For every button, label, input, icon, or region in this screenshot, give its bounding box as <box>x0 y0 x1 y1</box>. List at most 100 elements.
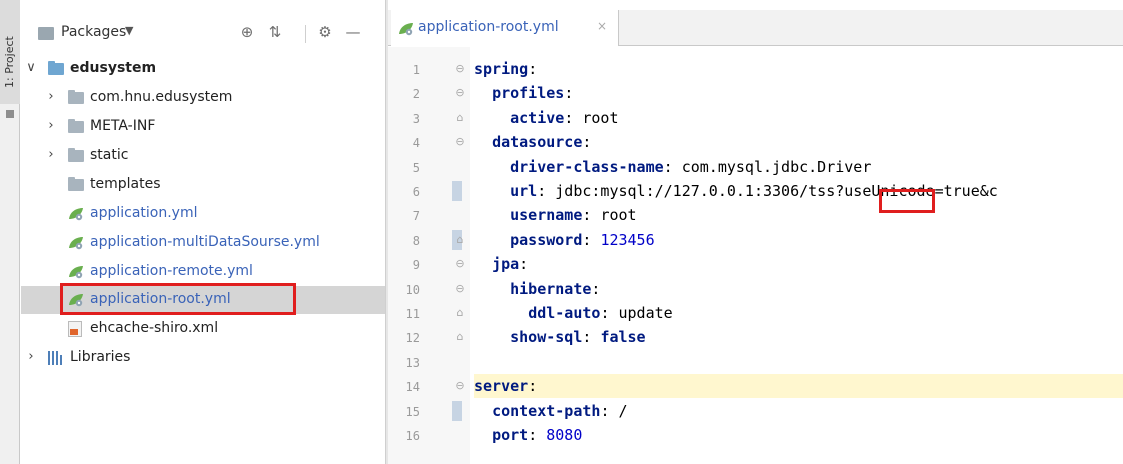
yaml-value: root <box>582 108 619 127</box>
tab-application-root-yml[interactable]: application-root.yml × <box>391 10 619 46</box>
tree-item[interactable]: application-multiDataSourse.yml <box>21 229 385 257</box>
tree-item[interactable]: application.yml <box>21 200 385 228</box>
tree-item-label: application-remote.yml <box>90 263 253 279</box>
structure-marker-icon[interactable] <box>6 110 14 118</box>
packages-view-icon <box>38 27 54 40</box>
code-line[interactable]: password: 123456 <box>474 228 1123 252</box>
tree-item[interactable]: ehcache-shiro.xml <box>21 315 385 343</box>
code-line[interactable]: server: <box>474 374 1123 399</box>
chevron-right-icon[interactable]: › <box>45 89 57 104</box>
yaml-separator: : <box>582 206 601 225</box>
yaml-value: update <box>618 304 673 322</box>
fold-icon[interactable]: ⊖ <box>454 380 466 392</box>
view-dropdown-arrow-icon[interactable]: ▼ <box>125 24 133 37</box>
target-icon[interactable]: ⊕ <box>237 22 257 42</box>
yaml-key: datasource <box>492 133 583 152</box>
fold-icon[interactable]: ⊖ <box>454 63 466 75</box>
fold-icon[interactable]: ⊖ <box>454 136 466 148</box>
header-separator <box>305 25 306 43</box>
code-line[interactable]: context-path: / <box>474 399 1123 423</box>
line-number: 12 <box>405 331 420 346</box>
code-line[interactable]: profiles: <box>474 81 1123 105</box>
yaml-separator: : <box>600 304 619 322</box>
yaml-key: driver-class-name <box>510 157 664 176</box>
yaml-value: root <box>600 206 637 225</box>
fold-icon[interactable]: ⊖ <box>454 87 466 99</box>
fold-end-icon[interactable]: ⌂ <box>454 307 466 319</box>
yaml-separator: : <box>528 377 538 396</box>
fold-end-icon[interactable]: ⌂ <box>454 233 466 246</box>
code-line[interactable]: spring: <box>474 57 1123 81</box>
yaml-key: port <box>492 426 529 444</box>
chevron-right-icon[interactable]: › <box>45 118 57 133</box>
yaml-separator: : <box>582 133 592 152</box>
tree-item[interactable]: › static <box>21 142 385 170</box>
change-marker[interactable] <box>452 181 462 201</box>
view-selector[interactable]: Packages <box>61 24 126 40</box>
line-number: 3 <box>412 111 420 126</box>
minimize-icon[interactable]: — <box>343 22 363 42</box>
chevron-down-icon[interactable]: ∨ <box>25 60 37 75</box>
yaml-separator: : <box>537 182 556 200</box>
tree-item[interactable]: templates <box>21 171 385 199</box>
code-line[interactable]: jpa: <box>474 252 1123 276</box>
yaml-value: / <box>618 401 628 420</box>
fold-icon[interactable]: ⊖ <box>454 282 466 295</box>
yaml-separator: : <box>600 401 619 420</box>
code-line[interactable]: url: jdbc:mysql://127.0.0.1:3306/tss?use… <box>474 179 1123 203</box>
project-panel: Packages ▼ ⊕ ⇅ ⚙ — ∨ edusystem › com.hnu.ed… <box>21 0 385 464</box>
fold-end-icon[interactable]: ⌂ <box>454 331 466 343</box>
yaml-separator: : <box>663 157 682 176</box>
code-line[interactable]: ddl-auto: update <box>474 301 1123 325</box>
yaml-key: active <box>510 108 565 127</box>
code-line[interactable]: active: root <box>474 106 1123 130</box>
yaml-separator: : <box>519 255 529 274</box>
tree-item-label: application-multiDataSourse.yml <box>90 234 320 250</box>
yaml-key: show-sql <box>510 328 583 347</box>
change-marker[interactable] <box>452 400 462 421</box>
folder-icon <box>68 119 84 133</box>
fold-end-icon[interactable]: ⌂ <box>454 111 466 124</box>
tree-item[interactable]: application-remote.yml <box>21 258 385 286</box>
highlight-box <box>60 283 296 315</box>
line-number: 13 <box>405 355 420 370</box>
yaml-key: profiles <box>492 84 565 103</box>
yml-file-icon <box>69 266 83 279</box>
chevron-right-icon[interactable]: › <box>45 147 57 162</box>
line-number: 5 <box>412 160 420 175</box>
yaml-key: ddl-auto <box>528 304 601 322</box>
code-line[interactable]: port: 8080 <box>474 423 1123 447</box>
tab-label: application-root.yml <box>418 19 559 35</box>
close-icon[interactable]: × <box>597 19 607 33</box>
tree-item-label: ehcache-shiro.xml <box>90 320 219 336</box>
tree-item[interactable]: ∨ edusystem <box>21 55 385 83</box>
module-folder-icon <box>48 61 64 75</box>
tree-item-label: Libraries <box>70 349 131 365</box>
code-line[interactable]: datasource: <box>474 130 1123 154</box>
code-line[interactable] <box>474 350 1123 374</box>
yml-file-icon <box>69 208 83 221</box>
line-number: 4 <box>412 136 420 151</box>
yaml-separator: : <box>528 60 538 78</box>
code-line[interactable]: hibernate: <box>474 277 1123 301</box>
tree-item[interactable]: › META-INF <box>21 113 385 141</box>
yaml-key: username <box>510 206 583 225</box>
chevron-right-icon[interactable]: › <box>25 349 37 364</box>
gear-icon[interactable]: ⚙ <box>315 22 335 42</box>
line-number: 14 <box>405 380 420 395</box>
yaml-separator: : <box>591 279 601 298</box>
line-number: 8 <box>412 233 420 248</box>
yaml-key: hibernate <box>510 279 592 298</box>
code-line[interactable]: show-sql: false <box>474 325 1123 349</box>
folder-icon <box>68 148 84 162</box>
fold-icon[interactable]: ⊖ <box>454 258 466 270</box>
yaml-value: com.mysql.jdbc.Driver <box>681 157 872 176</box>
project-tool-window-tab[interactable]: 1: Project <box>0 0 20 104</box>
code-line[interactable]: username: root <box>474 203 1123 227</box>
tree-item[interactable]: › Libraries <box>21 344 385 372</box>
code-line[interactable]: driver-class-name: com.mysql.jdbc.Driver <box>474 155 1123 179</box>
tree-item[interactable]: › com.hnu.edusystem <box>21 84 385 112</box>
tree-item-label: application.yml <box>90 205 198 221</box>
yaml-separator: : <box>582 230 601 249</box>
collapse-all-icon[interactable]: ⇅ <box>265 22 285 42</box>
